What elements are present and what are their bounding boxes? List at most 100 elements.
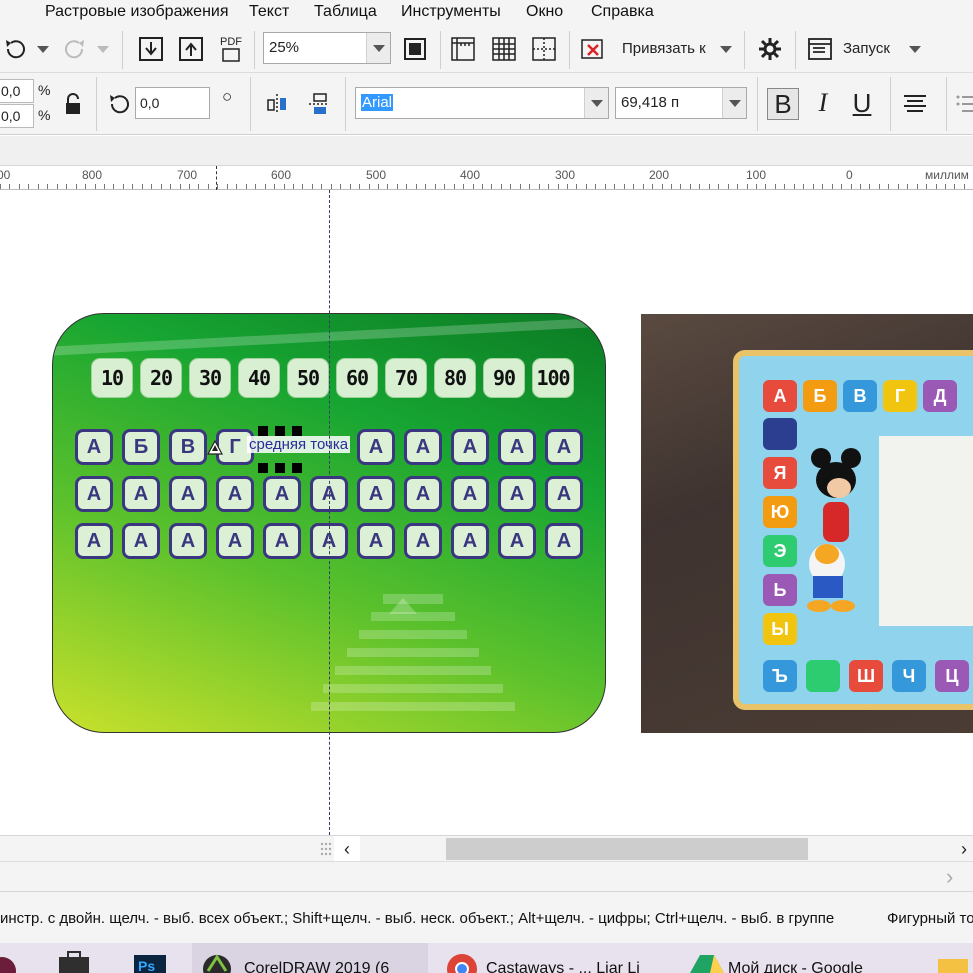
full-screen-icon[interactable]: [400, 34, 430, 64]
scroll-left-icon[interactable]: ‹: [334, 836, 360, 862]
selection-handle[interactable]: [275, 463, 285, 473]
zoom-level-dropdown[interactable]: 25%: [263, 32, 391, 64]
ruler-tick: [245, 184, 247, 189]
standard-toolbar: PDF 25% Привязать к Запуск: [0, 27, 973, 73]
board-letter-tile: [806, 660, 840, 692]
ruler-label: 400: [460, 168, 481, 182]
menu-tools[interactable]: Инструменты: [401, 3, 501, 21]
undo-icon[interactable]: [0, 34, 30, 64]
degree-symbol: ○: [222, 87, 233, 106]
selection-handle[interactable]: [275, 426, 285, 436]
scrollbar-thumb[interactable]: [446, 838, 808, 860]
ruler-tick: [453, 184, 455, 189]
selection-handle[interactable]: [292, 426, 302, 436]
menu-help[interactable]: Справка: [591, 3, 654, 21]
ruler-tick: [283, 184, 285, 189]
drawing-canvas[interactable]: 10 20 30 40 50 60 70 80 90 100 АБВГАААААААААААААА…: [0, 190, 973, 835]
snap-off-icon[interactable]: [578, 34, 608, 64]
ruler-tick: [321, 184, 323, 189]
ruler-tick: [434, 184, 436, 189]
selection-handle[interactable]: [292, 463, 302, 473]
ruler-tick: [670, 184, 672, 189]
undo-dropdown-icon[interactable]: [37, 46, 49, 53]
rotation-angle-field[interactable]: 0,0: [135, 87, 210, 119]
taskbar-chrome[interactable]: Castaways - ... Liar Li: [430, 943, 674, 973]
ruler-tick: [614, 184, 616, 189]
chevron-down-icon[interactable]: [366, 33, 390, 63]
percent-x-label: %: [38, 82, 51, 98]
horizontal-scrollbar[interactable]: ‹ ›: [0, 835, 973, 862]
launch-app-icon[interactable]: [805, 34, 835, 64]
import-icon[interactable]: [136, 34, 166, 64]
ruler-tick: [113, 184, 115, 189]
chevron-down-icon[interactable]: [584, 88, 608, 118]
publish-pdf-button[interactable]: PDF: [216, 34, 246, 64]
folder-icon[interactable]: [934, 943, 973, 973]
guidelines-icon[interactable]: [529, 34, 559, 64]
briefcase-icon[interactable]: [56, 943, 92, 973]
ruler-tick: [56, 184, 58, 189]
lock-ratio-icon[interactable]: [58, 89, 88, 119]
ruler-tick: [151, 184, 153, 189]
property-bar: 0,0 0,0 % % 0,0 ○ Arial 69,418 п B I U: [0, 73, 973, 135]
bullet-list-icon[interactable]: [952, 89, 973, 119]
mirror-horizontal-icon[interactable]: [262, 89, 292, 119]
scroll-right-icon[interactable]: ›: [955, 836, 973, 862]
selection-handle[interactable]: [258, 426, 268, 436]
ruler-tick: [378, 184, 379, 189]
taskbar-app-icon[interactable]: [0, 943, 20, 973]
italic-button[interactable]: I: [808, 88, 838, 118]
taskbar-coreldraw[interactable]: CorelDRAW 2019 (6: [192, 943, 428, 973]
chevron-down-icon[interactable]: [722, 88, 746, 118]
font-size-value[interactable]: 69,418 п: [621, 94, 679, 111]
rotate-icon[interactable]: [104, 89, 134, 119]
ruler-tick: [340, 184, 342, 189]
rulers-icon[interactable]: [448, 34, 478, 64]
chrome-icon: [447, 954, 477, 973]
menu-window[interactable]: Окно: [526, 3, 563, 21]
export-icon[interactable]: [176, 34, 206, 64]
snap-to-dropdown[interactable]: Привязать к: [622, 40, 706, 57]
menu-table[interactable]: Таблица: [314, 3, 377, 21]
menu-text[interactable]: Текст: [249, 3, 289, 21]
taskbar-google-drive[interactable]: Мой диск - Google: [676, 943, 916, 973]
board-letter-tile: Ю: [763, 496, 797, 528]
underline-button[interactable]: U: [847, 88, 877, 118]
ruler-tick: [444, 184, 446, 189]
options-gear-icon[interactable]: [755, 34, 785, 64]
bold-button[interactable]: B: [767, 88, 799, 120]
snap-to-chevron-icon[interactable]: [720, 46, 732, 53]
horizontal-ruler[interactable]: 00 800 700 600 500 400 300 200 100 0 мил…: [0, 166, 973, 190]
menu-bitmaps[interactable]: Растровые изображения: [45, 3, 229, 21]
font-size-dropdown[interactable]: 69,418 п: [615, 87, 747, 119]
ruler-tick: [122, 184, 124, 189]
ruler-label: 800: [82, 168, 103, 182]
ruler-tick: [349, 184, 351, 189]
launch-dropdown[interactable]: Запуск: [843, 40, 890, 57]
ruler-tick: [793, 184, 795, 189]
ruler-tick: [746, 184, 748, 189]
ruler-tick: [198, 184, 200, 189]
launch-chevron-icon[interactable]: [909, 46, 921, 53]
photoshop-icon[interactable]: Ps: [132, 943, 168, 973]
grid-icon[interactable]: [489, 34, 519, 64]
expand-arrow-icon[interactable]: ›: [946, 864, 953, 890]
mirror-vertical-icon[interactable]: [304, 89, 334, 119]
font-name-value[interactable]: Arial: [361, 94, 394, 111]
redo-dropdown-icon[interactable]: [97, 46, 109, 53]
ruler-tick: [878, 184, 880, 189]
decor-triangle: [389, 598, 417, 614]
ruler-tick: [812, 184, 814, 189]
position-x-field[interactable]: 0,0: [0, 79, 34, 103]
position-y-field[interactable]: 0,0: [0, 104, 34, 128]
ruler-tick: [368, 184, 370, 189]
selection-handle[interactable]: [258, 463, 268, 473]
vertical-guideline[interactable]: [329, 190, 330, 835]
text-align-icon[interactable]: [900, 89, 930, 119]
score-tile: 20: [140, 358, 182, 398]
redo-icon[interactable]: [60, 34, 90, 64]
reference-photo[interactable]: АБВГД ЯЮЭЬЫ Ъ ШЧЦ: [641, 314, 973, 733]
separator: [569, 31, 570, 69]
ruler-tick: [170, 184, 172, 189]
font-family-dropdown[interactable]: Arial: [355, 87, 609, 119]
